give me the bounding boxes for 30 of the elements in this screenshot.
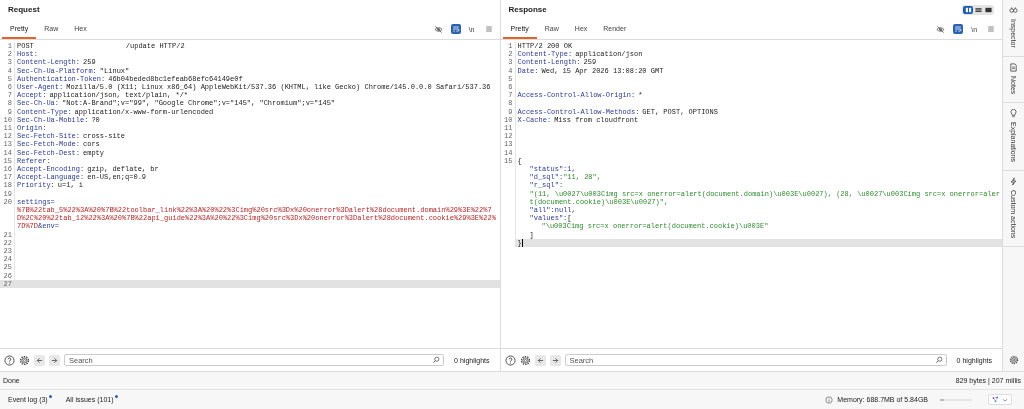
- eye-off-icon[interactable]: [936, 24, 946, 34]
- back-button[interactable]: [34, 354, 45, 366]
- layout-option[interactable]: [983, 5, 994, 14]
- search-icon[interactable]: [934, 356, 943, 364]
- help-icon[interactable]: [504, 354, 516, 366]
- layout-toggle[interactable]: [962, 4, 995, 15]
- nodes-icon: [992, 396, 999, 403]
- chevron-down-icon: [1002, 396, 1008, 403]
- info-icon: [825, 395, 834, 404]
- word-wrap-button[interactable]: [953, 24, 964, 34]
- back-button[interactable]: [534, 354, 546, 366]
- eye-off-icon[interactable]: [433, 24, 443, 34]
- layout-option[interactable]: [963, 5, 974, 14]
- panel-title: Request: [8, 5, 40, 14]
- settings-icon[interactable]: [19, 354, 30, 366]
- glasses-icon: [1009, 6, 1018, 15]
- text-cursor: [521, 238, 523, 247]
- note-icon: [1009, 62, 1018, 72]
- search-icon[interactable]: [432, 356, 441, 364]
- forward-button[interactable]: [549, 354, 561, 366]
- panel-title: Response: [508, 5, 547, 14]
- lightning-icon: [1009, 177, 1018, 187]
- lightbulb-icon: [1009, 109, 1018, 119]
- help-icon[interactable]: [4, 354, 15, 366]
- layout-option[interactable]: [973, 5, 984, 14]
- settings-icon[interactable]: [519, 354, 531, 366]
- network-button[interactable]: [988, 394, 1012, 405]
- settings-icon[interactable]: [1008, 355, 1019, 365]
- forward-button[interactable]: [49, 354, 60, 366]
- word-wrap-button[interactable]: [450, 24, 461, 34]
